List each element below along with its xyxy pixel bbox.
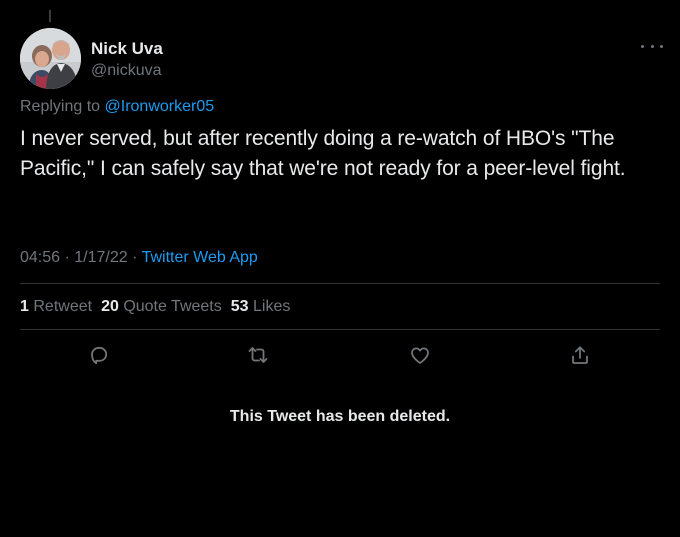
likes-label: Likes [253, 298, 291, 315]
replying-to: Replying to @Ironworker05 [20, 96, 214, 118]
retweets-count: 1 [20, 298, 29, 315]
retweets-label: Retweet [33, 298, 93, 315]
avatar[interactable] [20, 28, 81, 89]
quote-tweets-stat[interactable]: 20 Quote Tweets [101, 296, 222, 318]
divider [20, 329, 660, 330]
thread-connector-line [49, 10, 51, 22]
retweets-stat[interactable]: 1 Retweet [20, 296, 92, 318]
author-handle[interactable]: @nickuva [91, 60, 163, 81]
tweet-date[interactable]: 1/17/22 [74, 249, 127, 266]
meta-separator: · [64, 249, 70, 266]
more-dot [660, 44, 663, 48]
more-dot [650, 44, 654, 48]
action-bar [0, 343, 680, 367]
likes-stat[interactable]: 53 Likes [231, 296, 291, 318]
divider [20, 283, 660, 284]
tweet-text: I never served, but after recently doing… [20, 127, 626, 180]
meta-separator: · [132, 249, 138, 266]
retweet-icon[interactable] [246, 343, 270, 367]
like-icon[interactable] [408, 343, 432, 367]
replying-to-mention-link[interactable]: @Ironworker05 [105, 98, 215, 115]
likes-count: 53 [230, 298, 249, 315]
more-dot [641, 44, 644, 48]
author-display-name[interactable]: Nick Uva [91, 38, 163, 60]
author-block[interactable]: Nick Uva @nickuva [91, 38, 163, 81]
quote-tweets-label: Quote Tweets [123, 298, 222, 315]
more-icon[interactable] [641, 38, 663, 54]
quote-tweets-count: 20 [101, 298, 119, 315]
engagement-stats: 1 Retweet 20 Quote Tweets 53 Likes [20, 296, 290, 318]
tweet-time[interactable]: 04:56 [20, 249, 60, 266]
tweet-meta: 04:56 · 1/17/22 · Twitter Web App [20, 247, 258, 269]
replying-to-prefix: Replying to [20, 98, 101, 115]
share-icon[interactable] [568, 343, 592, 367]
quoted-tweet-deleted-notice: This Tweet has been deleted. [229, 408, 451, 425]
tweet-source-link[interactable]: Twitter Web App [142, 249, 258, 266]
reply-icon[interactable] [87, 343, 111, 367]
